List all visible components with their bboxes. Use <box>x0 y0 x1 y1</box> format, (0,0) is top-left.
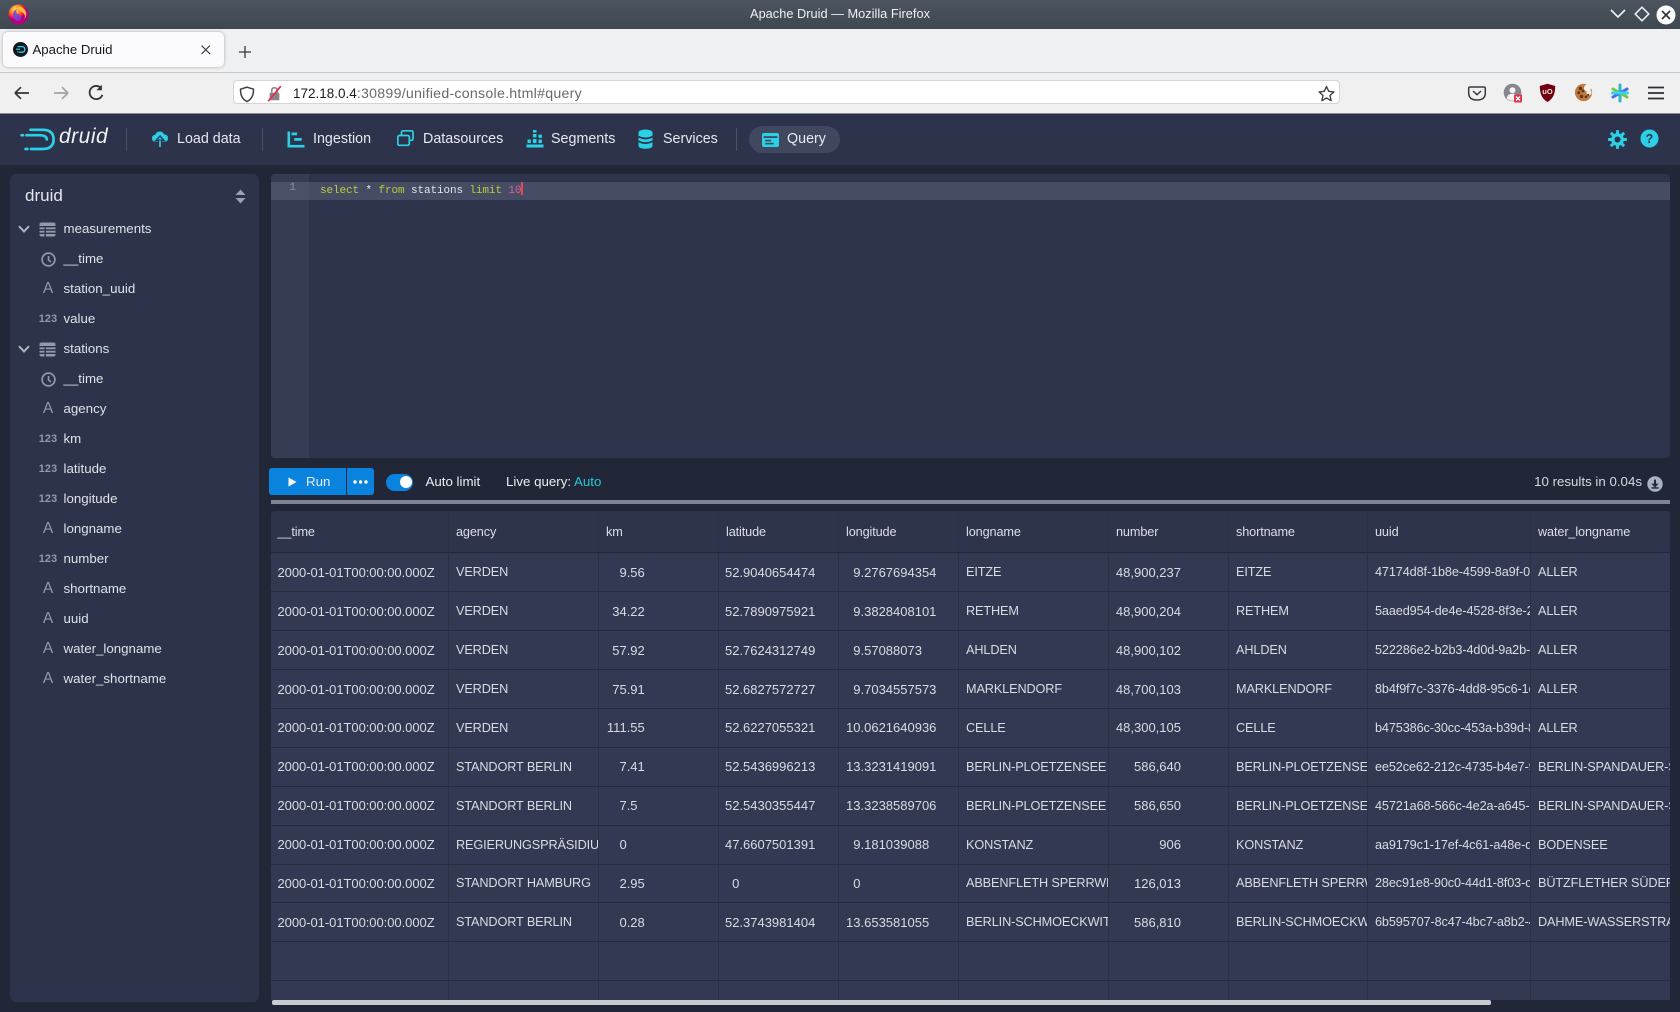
svg-text:?: ? <box>1646 131 1654 145</box>
svg-text:uO: uO <box>1542 87 1553 96</box>
